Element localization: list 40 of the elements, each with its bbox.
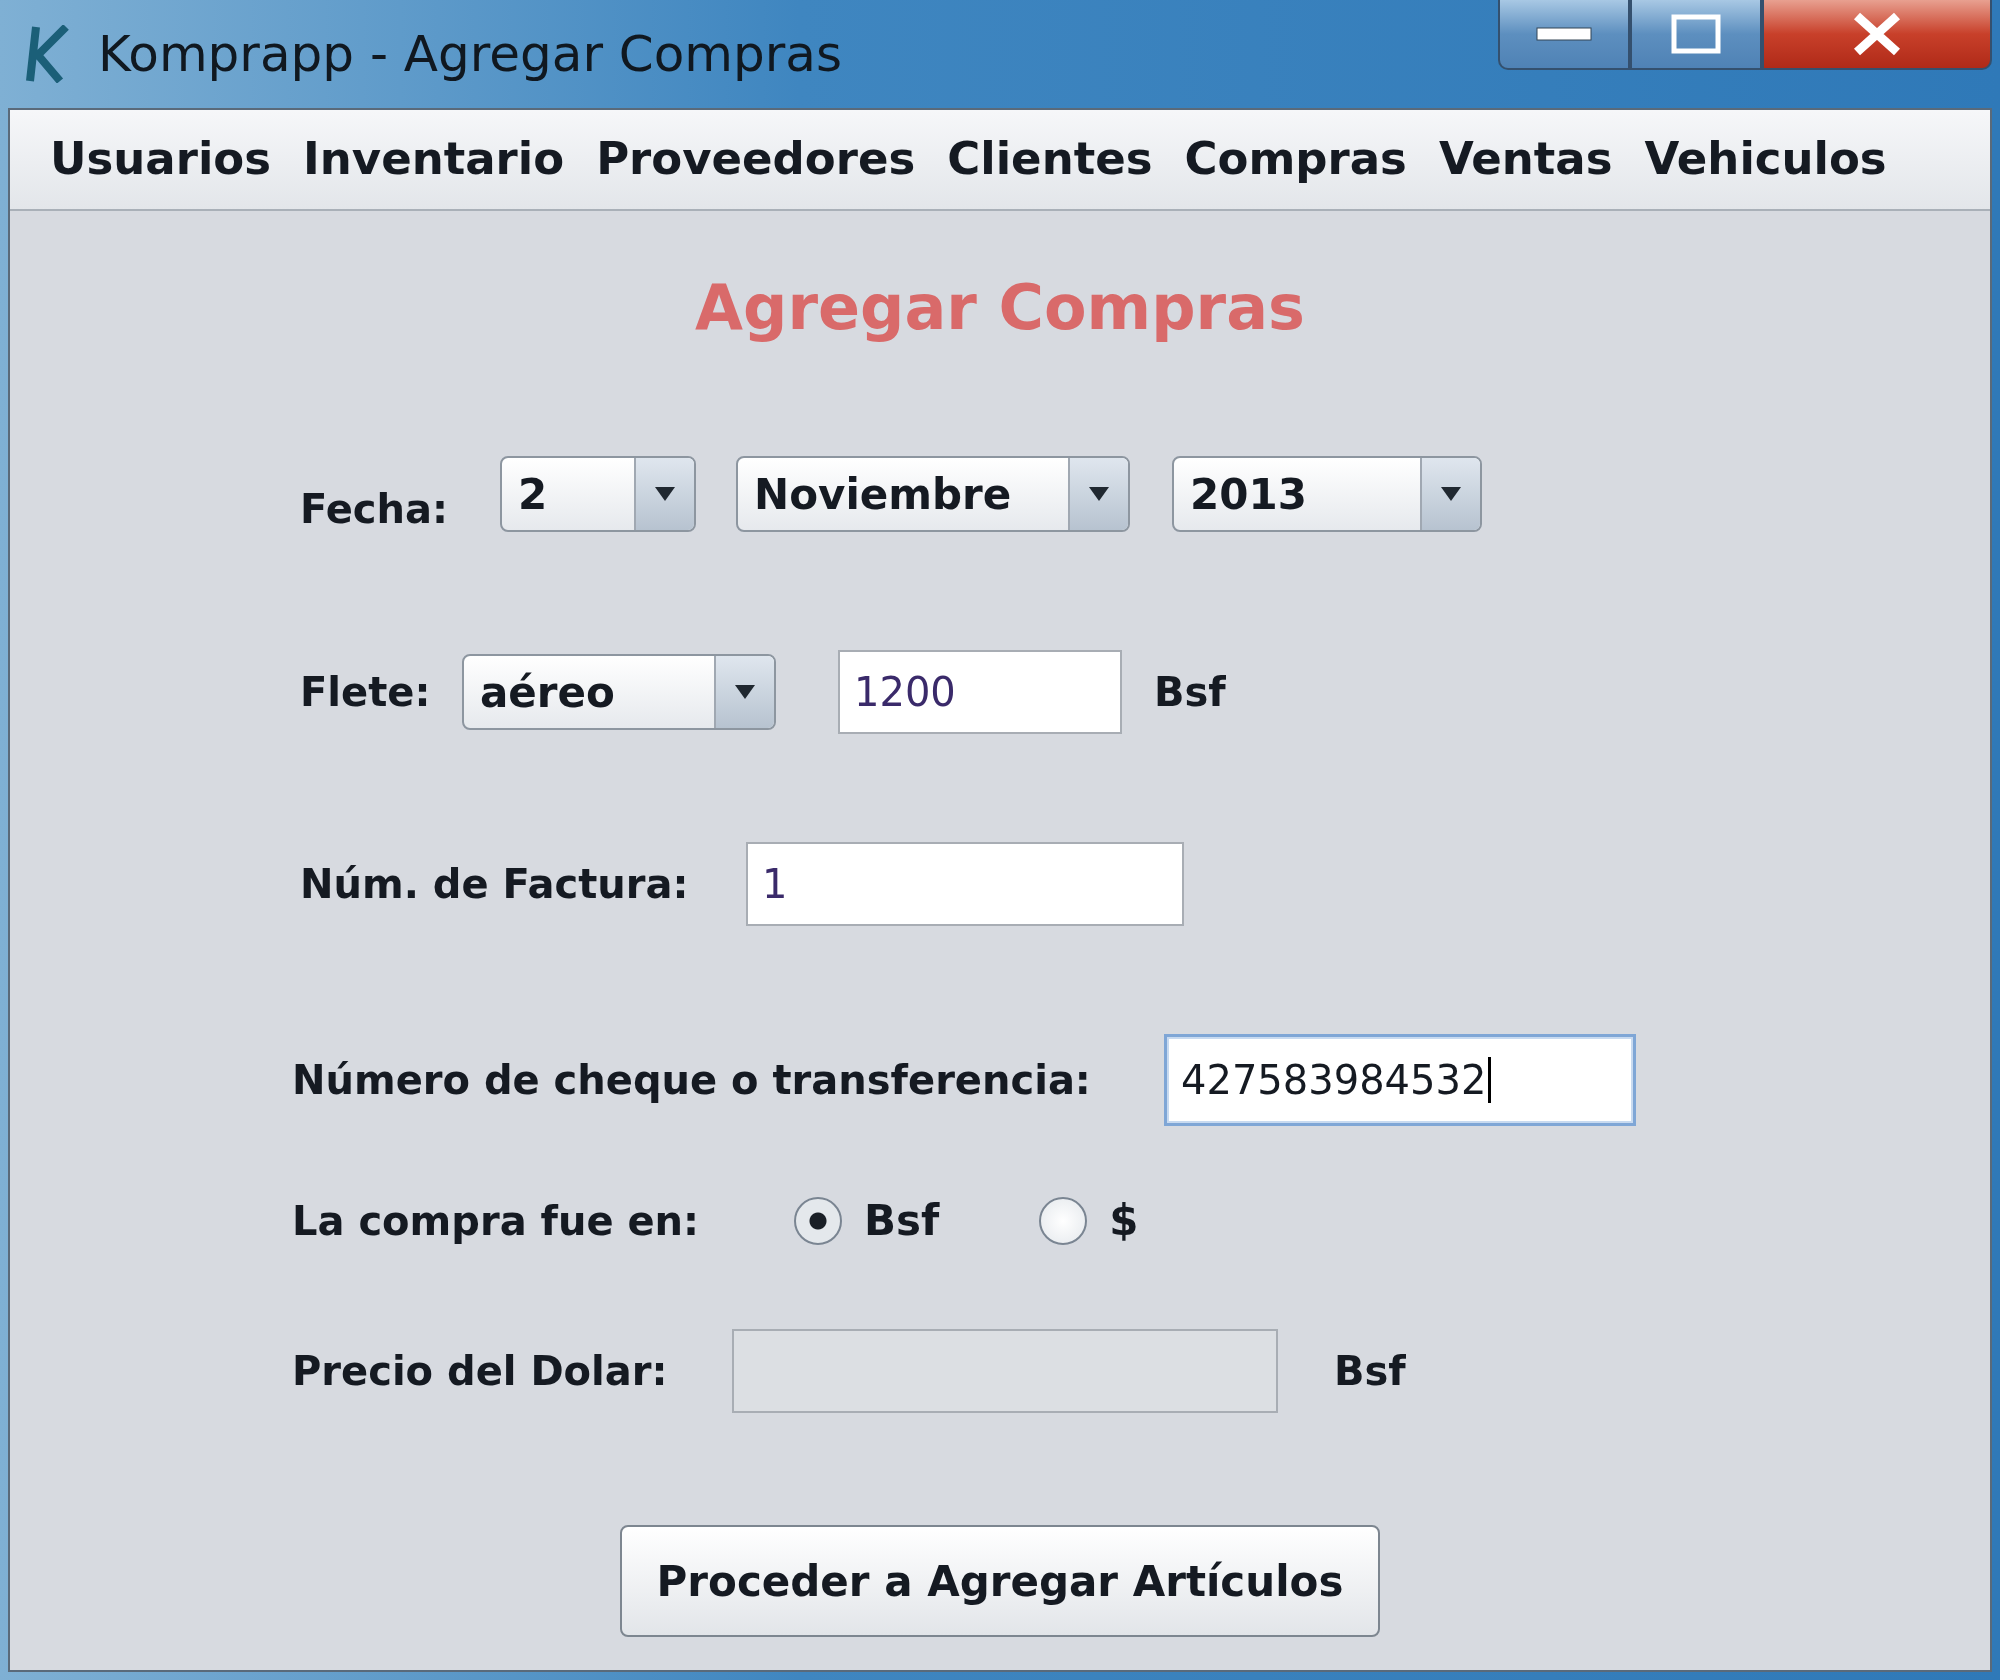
field-label: Número de cheque o transferencia: [292,1057,1092,1103]
currency-unit: Bsf [1154,669,1226,715]
menu-item[interactable]: Compras [1184,132,1407,185]
field-label: Núm. de Factura: [300,861,690,907]
field-label: Flete: [300,669,432,715]
year-dropdown[interactable]: 2013 [1172,456,1482,532]
window-title: Komprapp - Agregar Compras [98,25,843,83]
caret-icon [1089,487,1109,501]
close-button[interactable] [1762,0,1992,70]
text-cursor [1488,1057,1492,1103]
radio-button[interactable] [794,1196,842,1245]
day-dropdown[interactable]: 2 [500,456,696,532]
close-icon [1852,12,1902,56]
radio-label[interactable]: $ [1109,1196,1139,1245]
field-label: Fecha: [300,486,449,532]
menu-item[interactable]: Proveedores [596,132,916,185]
caret-icon [1441,487,1461,501]
minimize-icon [1536,27,1592,41]
proceed-button[interactable]: Proceder a Agregar Artículos [620,1525,1380,1637]
maximize-button[interactable] [1630,0,1762,70]
freight-dropdown[interactable]: aéreo [462,654,776,730]
radio-label[interactable]: Bsf [864,1196,940,1245]
caret-icon [735,685,755,699]
month-dropdown[interactable]: Noviembre [736,456,1130,532]
payment-reference-field[interactable]: 427583984532 [1164,1034,1636,1126]
form-heading: Agregar Compras [694,271,1306,344]
field-label: La compra fue en: [292,1197,701,1244]
invoice-number-field[interactable]: 1 [746,842,1184,926]
currency-unit: Bsf [1334,1348,1406,1394]
app-logo-icon [26,25,70,83]
menu-item[interactable]: Inventario [303,132,565,185]
field-label: Precio del Dolar: [292,1348,669,1394]
menu-item[interactable]: Clientes [947,132,1153,185]
freight-amount-field[interactable]: 1200 [838,650,1122,734]
menu-item[interactable]: Vehiculos [1644,132,1887,185]
menu-item[interactable]: Ventas [1438,132,1613,185]
caret-icon [655,487,675,501]
minimize-button[interactable] [1498,0,1630,70]
menu-item[interactable]: Usuarios [50,132,272,185]
maximize-icon [1671,14,1721,54]
